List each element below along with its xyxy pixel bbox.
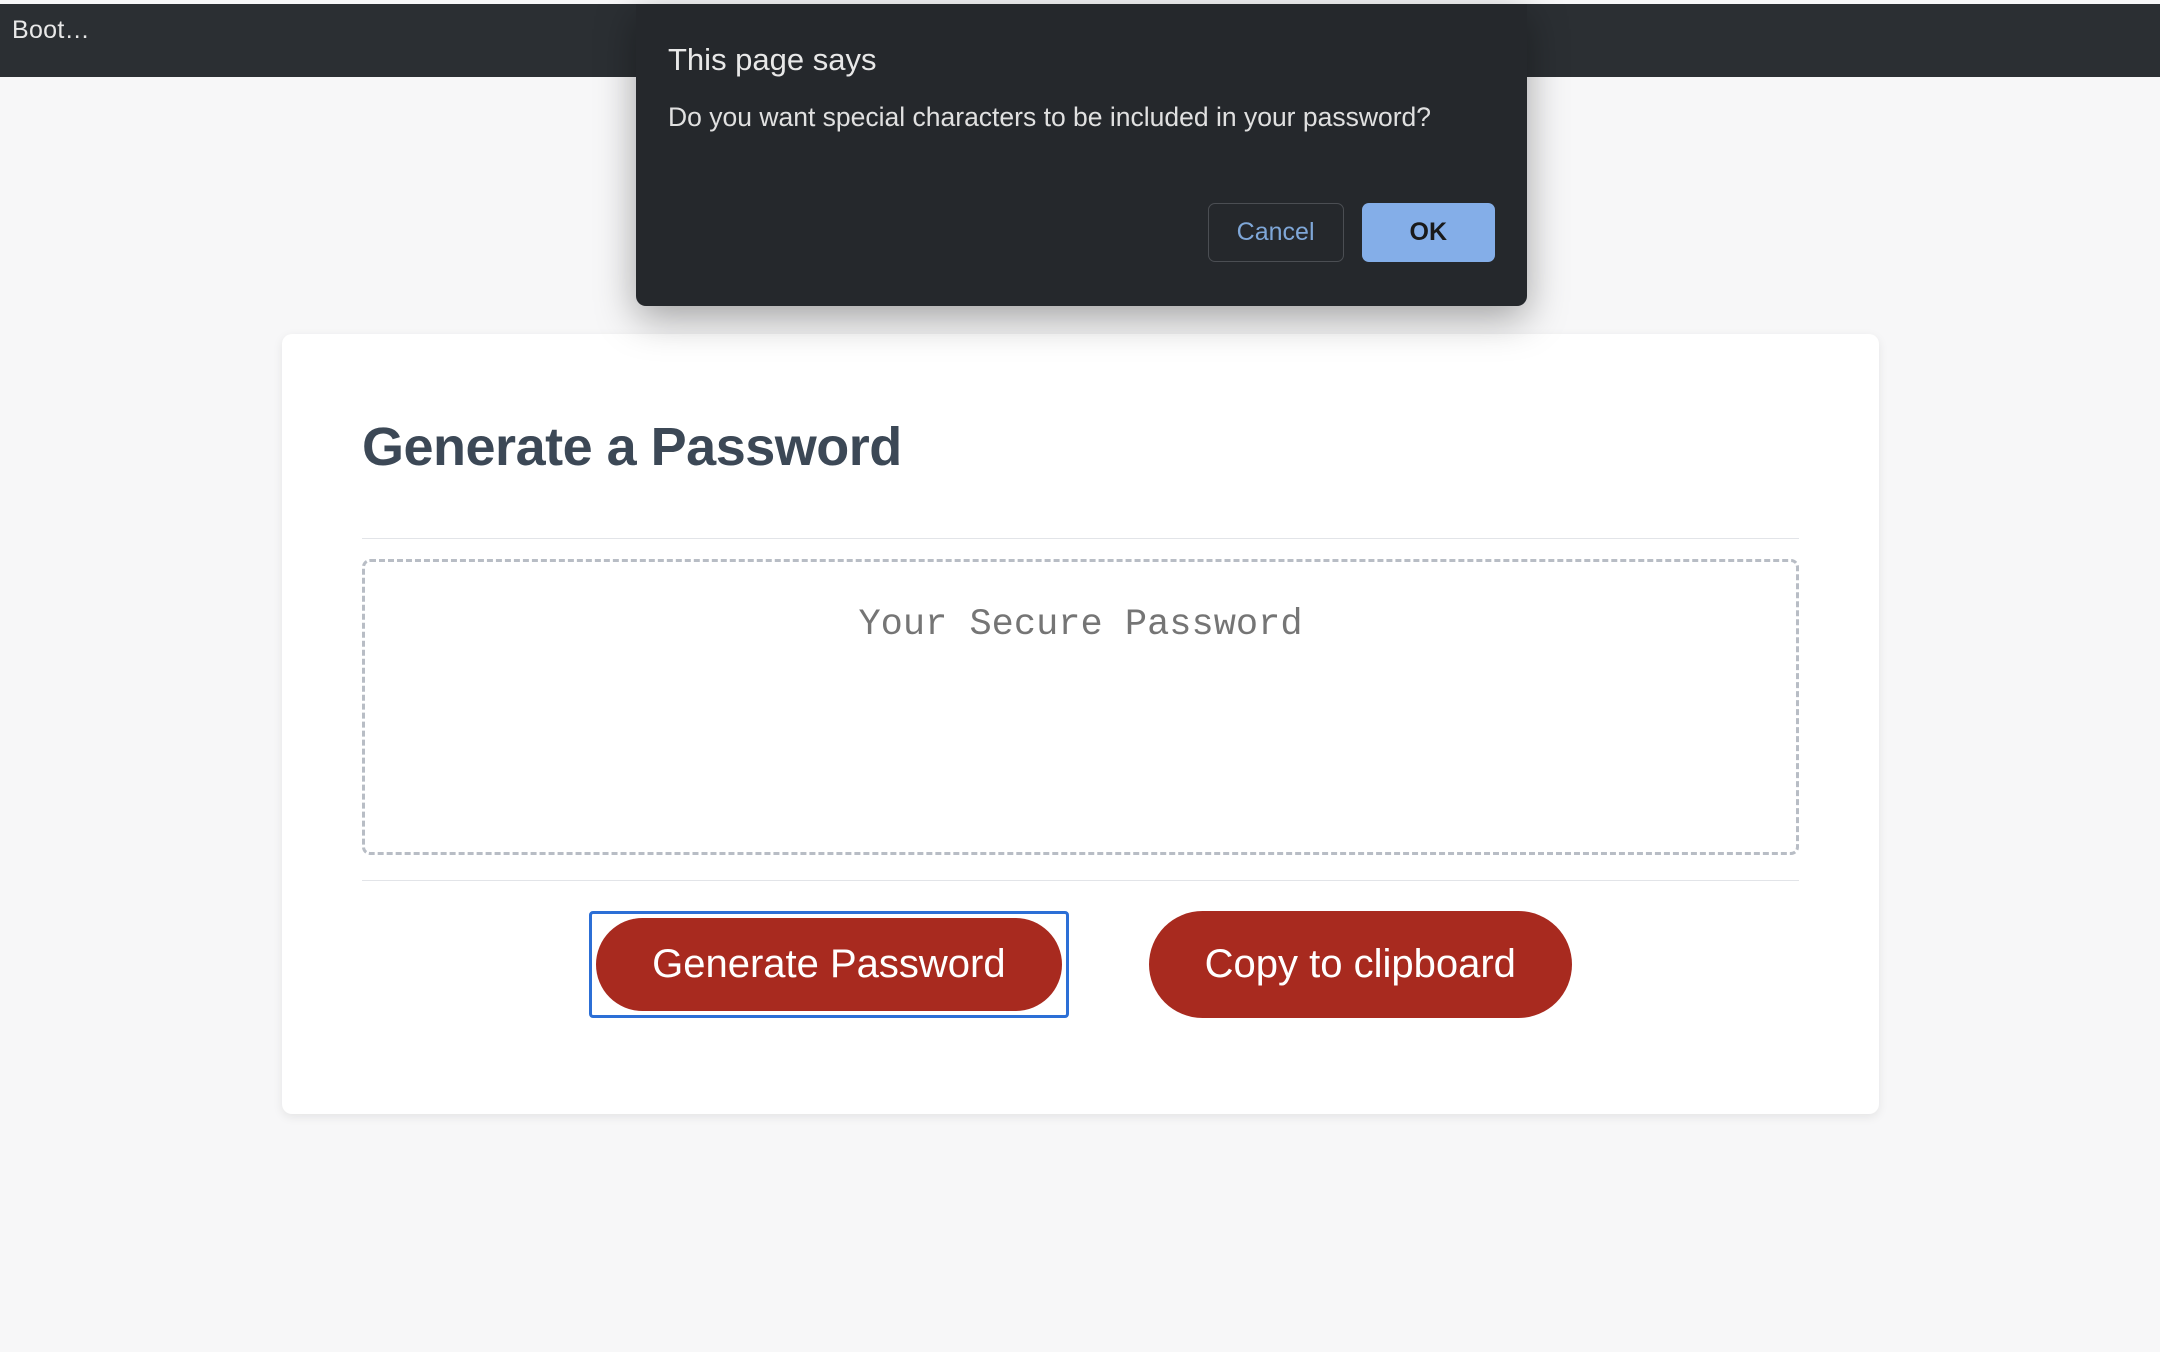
dialog-button-row: Cancel OK xyxy=(668,203,1495,262)
cancel-button[interactable]: Cancel xyxy=(1208,203,1344,262)
dialog-message: Do you want special characters to be inc… xyxy=(668,102,1495,133)
dialog-backdrop: This page says Do you want special chara… xyxy=(0,0,2160,1352)
ok-button[interactable]: OK xyxy=(1362,203,1496,262)
confirm-dialog: This page says Do you want special chara… xyxy=(636,4,1527,306)
dialog-title: This page says xyxy=(668,42,1495,78)
